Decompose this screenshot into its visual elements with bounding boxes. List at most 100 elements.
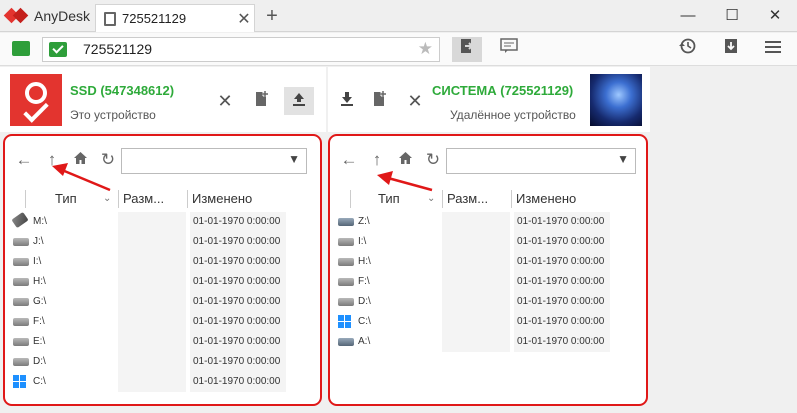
usb-drive-icon: [11, 211, 29, 229]
size-cell: [118, 272, 186, 292]
upload-icon[interactable]: [284, 87, 314, 115]
local-column-headers: Тип ⌄ Разм... Изменено: [5, 188, 320, 210]
drive-row[interactable]: F:\ 01-01-1970 0:00:00: [5, 312, 320, 332]
drive-row[interactable]: G:\ 01-01-1970 0:00:00: [5, 292, 320, 312]
download-to-local-icon[interactable]: [332, 87, 362, 115]
home-icon[interactable]: [69, 148, 91, 172]
local-file-panel: ← ↑ ↻ ▼ Тип ⌄ Разм... Изменено M:\ 01-01-…: [3, 134, 322, 406]
local-device-subtitle: Это устройство: [70, 108, 156, 122]
hard-drive-icon: [338, 238, 354, 246]
chat-icon[interactable]: [494, 37, 524, 62]
remote-device-header: ✕ СИСТЕМА (725521129) Удалённое устройст…: [328, 67, 650, 132]
column-modified[interactable]: Изменено: [192, 191, 252, 206]
close-window-button[interactable]: ✕: [755, 0, 795, 32]
remote-file-panel: ← ↑ ↻ ▼ Тип ⌄ Разм... Изменено Z:\ 01-01-…: [328, 134, 648, 406]
up-arrow-icon[interactable]: ↑: [366, 148, 388, 172]
modified-cell: 01-01-1970 0:00:00: [517, 276, 605, 287]
drive-name: D:\: [33, 356, 46, 367]
local-path-select[interactable]: ▼: [121, 148, 307, 174]
maximize-button[interactable]: ☐: [712, 0, 752, 32]
column-size[interactable]: Разм...: [123, 191, 164, 206]
chevron-down-icon: ▼: [617, 152, 629, 166]
new-tab-button[interactable]: +: [260, 4, 284, 28]
file-icon: [104, 11, 116, 26]
new-folder-icon[interactable]: [246, 87, 276, 115]
anydesk-logo-icon: [3, 7, 29, 24]
file-transfer-icon[interactable]: [452, 37, 482, 62]
remote-path-select[interactable]: ▼: [446, 148, 636, 174]
remote-device-avatar: [590, 74, 642, 126]
title-bar: AnyDesk 725521129 ✕ + — ☐ ✕: [0, 0, 797, 32]
drive-name: I:\: [358, 236, 367, 247]
drive-row[interactable]: M:\ 01-01-1970 0:00:00: [5, 211, 320, 232]
up-arrow-icon[interactable]: ↑: [41, 148, 63, 172]
cancel-icon[interactable]: ✕: [400, 87, 430, 115]
close-tab-icon[interactable]: ✕: [234, 9, 254, 29]
drive-row[interactable]: H:\ 01-01-1970 0:00:00: [5, 272, 320, 292]
local-device-avatar: [10, 74, 62, 126]
column-size[interactable]: Разм...: [447, 191, 488, 206]
remote-drive-list: Z:\ 01-01-1970 0:00:00 I:\ 01-01-1970 0:00:…: [330, 212, 646, 352]
drive-row[interactable]: I:\ 01-01-1970 0:00:00: [330, 232, 646, 252]
drive-row[interactable]: J:\ 01-01-1970 0:00:00: [5, 232, 320, 252]
remote-device-subtitle: Удалённое устройство: [450, 108, 576, 122]
size-cell: [442, 292, 510, 312]
remote-column-headers: Тип ⌄ Разм... Изменено: [330, 188, 646, 210]
menu-icon[interactable]: [758, 37, 788, 62]
empty-area: [652, 67, 797, 413]
size-cell: [442, 252, 510, 272]
minimize-button[interactable]: —: [668, 0, 708, 32]
address-input[interactable]: 725521129 ★: [42, 37, 440, 62]
drive-row[interactable]: H:\ 01-01-1970 0:00:00: [330, 252, 646, 272]
sort-chevron-icon: ⌄: [427, 193, 436, 204]
column-type[interactable]: Тип: [55, 191, 77, 206]
drive-row[interactable]: E:\ 01-01-1970 0:00:00: [5, 332, 320, 352]
drive-row[interactable]: Z:\ 01-01-1970 0:00:00: [330, 212, 646, 232]
drive-row[interactable]: F:\ 01-01-1970 0:00:00: [330, 272, 646, 292]
drive-row[interactable]: C:\ 01-01-1970 0:00:00: [5, 372, 320, 392]
drive-row[interactable]: D:\ 01-01-1970 0:00:00: [5, 352, 320, 372]
drive-name: D:\: [358, 296, 371, 307]
address-bar: 725521129 ★: [0, 33, 797, 66]
size-cell: [442, 312, 510, 332]
drive-name: Z:\: [358, 216, 370, 227]
hard-drive-icon: [13, 338, 29, 346]
size-cell: [118, 232, 186, 252]
size-cell: [442, 332, 510, 352]
hard-drive-icon: [13, 358, 29, 366]
modified-cell: 01-01-1970 0:00:00: [193, 336, 281, 347]
drive-name: C:\: [33, 376, 46, 387]
remote-monitor-icon: [49, 42, 67, 57]
new-folder-icon[interactable]: [364, 87, 394, 115]
hard-drive-icon: [338, 278, 354, 286]
brand: AnyDesk: [3, 0, 90, 32]
drive-row[interactable]: C:\ 01-01-1970 0:00:00: [330, 312, 646, 332]
download-icon[interactable]: [716, 37, 746, 62]
modified-cell: 01-01-1970 0:00:00: [193, 296, 281, 307]
back-arrow-icon[interactable]: ←: [338, 148, 360, 172]
size-cell: [118, 292, 186, 312]
cancel-icon[interactable]: ✕: [210, 87, 240, 115]
windows-drive-icon: [13, 375, 27, 389]
hard-drive-icon: [13, 258, 29, 266]
drive-row[interactable]: A:\ 01-01-1970 0:00:00: [330, 332, 646, 352]
drive-name: F:\: [358, 276, 370, 287]
hard-drive-icon: [13, 278, 29, 286]
refresh-icon[interactable]: ↻: [97, 148, 119, 172]
favorite-star-icon[interactable]: ★: [418, 39, 433, 59]
refresh-icon[interactable]: ↻: [422, 148, 444, 172]
column-modified[interactable]: Изменено: [516, 191, 576, 206]
size-cell: [442, 272, 510, 292]
drive-row[interactable]: I:\ 01-01-1970 0:00:00: [5, 252, 320, 272]
drive-row[interactable]: D:\ 01-01-1970 0:00:00: [330, 292, 646, 312]
windows-drive-icon: [338, 315, 352, 329]
drive-name: H:\: [33, 276, 46, 287]
history-icon[interactable]: [672, 37, 702, 62]
home-icon[interactable]: [394, 148, 416, 172]
remote-device-name: СИСТЕМА (725521129): [432, 83, 574, 98]
back-arrow-icon[interactable]: ←: [13, 148, 35, 172]
modified-cell: 01-01-1970 0:00:00: [517, 316, 605, 327]
size-cell: [118, 372, 186, 392]
tab-session[interactable]: 725521129 ✕: [95, 4, 255, 32]
column-type[interactable]: Тип: [378, 191, 400, 206]
